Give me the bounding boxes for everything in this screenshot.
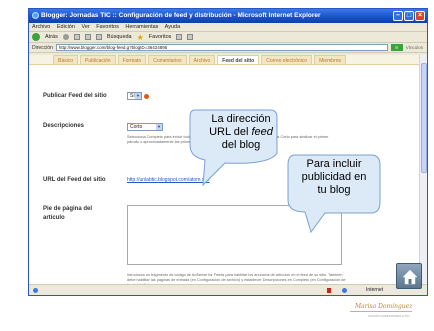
window-titlebar: Blogger: Jornadas TIC :: Configuración d… <box>29 9 427 23</box>
go-button[interactable]: Ir <box>390 44 403 51</box>
tab-publicacion[interactable]: Publicación <box>80 55 116 64</box>
descriptions-select[interactable]: Corto ▼ <box>127 123 163 131</box>
callout-ads-line2: publicidad en <box>301 171 367 183</box>
menu-ayuda[interactable]: Ayuda <box>165 24 181 30</box>
slide: Blogger: Jornadas TIC :: Configuración d… <box>0 0 434 331</box>
mail-icon[interactable] <box>187 34 194 40</box>
tab-comentarios[interactable]: Comentarios <box>148 55 187 64</box>
feed-url-label: URL del Feed del sitio <box>43 177 106 183</box>
address-label: Dirección <box>32 44 53 51</box>
callout-ads-line1: Para incluir <box>306 158 362 170</box>
chevron-down-icon: ▼ <box>135 93 141 99</box>
menu-archivo[interactable]: Archivo <box>32 24 50 30</box>
stop-icon[interactable] <box>73 34 80 40</box>
address-bar: Dirección http://www.blogger.com/blog-fe… <box>29 43 427 53</box>
help-icon[interactable] <box>144 94 149 99</box>
menu-favoritos[interactable]: Favoritos <box>96 24 119 30</box>
internet-explorer-icon <box>32 12 39 19</box>
settings-tabs: Básico Publicación Formato Comentarios A… <box>29 55 421 65</box>
descriptions-label: Descripciones <box>43 123 85 129</box>
address-input[interactable]: http://www.blogger.com/blog-feed.g?blogI… <box>55 44 388 51</box>
descriptions-value: Corto <box>130 124 143 130</box>
search-label[interactable]: Búsqueda <box>107 32 132 43</box>
history-icon[interactable] <box>176 34 183 40</box>
callout-feed-url-line1: La dirección <box>211 113 271 125</box>
status-bar: Internet <box>29 284 427 295</box>
vertical-scrollbar[interactable] <box>419 55 427 285</box>
close-button[interactable]: × <box>415 11 425 21</box>
back-arrow-icon[interactable] <box>32 33 40 41</box>
article-footer-label: Pie de página del artículo <box>43 206 93 221</box>
links-label[interactable]: Vínculos <box>406 43 423 53</box>
security-icon <box>327 288 331 293</box>
callout-feed-url-line2: URL del <box>209 126 252 138</box>
favorites-label[interactable]: Favoritos <box>149 32 172 43</box>
callout-feed-url-emphasis: feed <box>251 126 273 138</box>
forward-arrow-icon[interactable] <box>62 34 69 40</box>
publish-feed-select[interactable]: Sí ▼ <box>127 92 142 100</box>
tab-correo-electronico[interactable]: Correo electrónico <box>261 55 313 64</box>
tab-basico[interactable]: Básico <box>53 55 79 64</box>
maximize-button[interactable]: □ <box>404 11 414 21</box>
chevron-down-icon: ▼ <box>156 124 162 130</box>
author-signature: Marisa Domínguez <box>355 303 413 310</box>
tab-formato[interactable]: Formato <box>117 55 147 64</box>
menu-ver[interactable]: Ver <box>81 24 89 30</box>
favorites-star-icon[interactable]: ★ <box>137 32 144 43</box>
browser-toolbar: Atrás Búsqueda ★ Favoritos <box>29 32 427 43</box>
minimize-button[interactable]: – <box>393 11 403 21</box>
home-icon[interactable] <box>95 34 102 40</box>
refresh-icon[interactable] <box>84 34 91 40</box>
house-icon <box>402 269 418 285</box>
signature-subtitle: ACCIÓN COMUNITARIA & TIC <box>368 314 410 318</box>
callout-ads-line3: tu blog <box>317 184 351 196</box>
zone-label: Internet <box>366 287 383 293</box>
menu-herramientas[interactable]: Herramientas <box>125 24 158 30</box>
internet-zone-icon <box>342 288 347 293</box>
tab-archivo[interactable]: Archivo <box>188 55 216 64</box>
tab-miembros[interactable]: Miembros <box>314 55 347 64</box>
signature-underline <box>350 311 412 312</box>
callout-feed-url-line3: del blog <box>221 139 261 151</box>
page-icon <box>33 288 38 293</box>
menu-bar: Archivo Edición Ver Favoritos Herramient… <box>29 23 427 32</box>
window-title: Blogger: Jornadas TIC :: Configuración d… <box>41 12 321 19</box>
menu-edicion[interactable]: Edición <box>57 24 75 30</box>
publish-feed-label: Publicar Feed del sitio <box>43 93 107 99</box>
scrollbar-thumb[interactable] <box>421 63 427 173</box>
home-button[interactable] <box>396 263 422 289</box>
tab-feed-del-sitio[interactable]: Feed del sitio <box>217 55 260 64</box>
back-label[interactable]: Atrás <box>45 32 58 43</box>
